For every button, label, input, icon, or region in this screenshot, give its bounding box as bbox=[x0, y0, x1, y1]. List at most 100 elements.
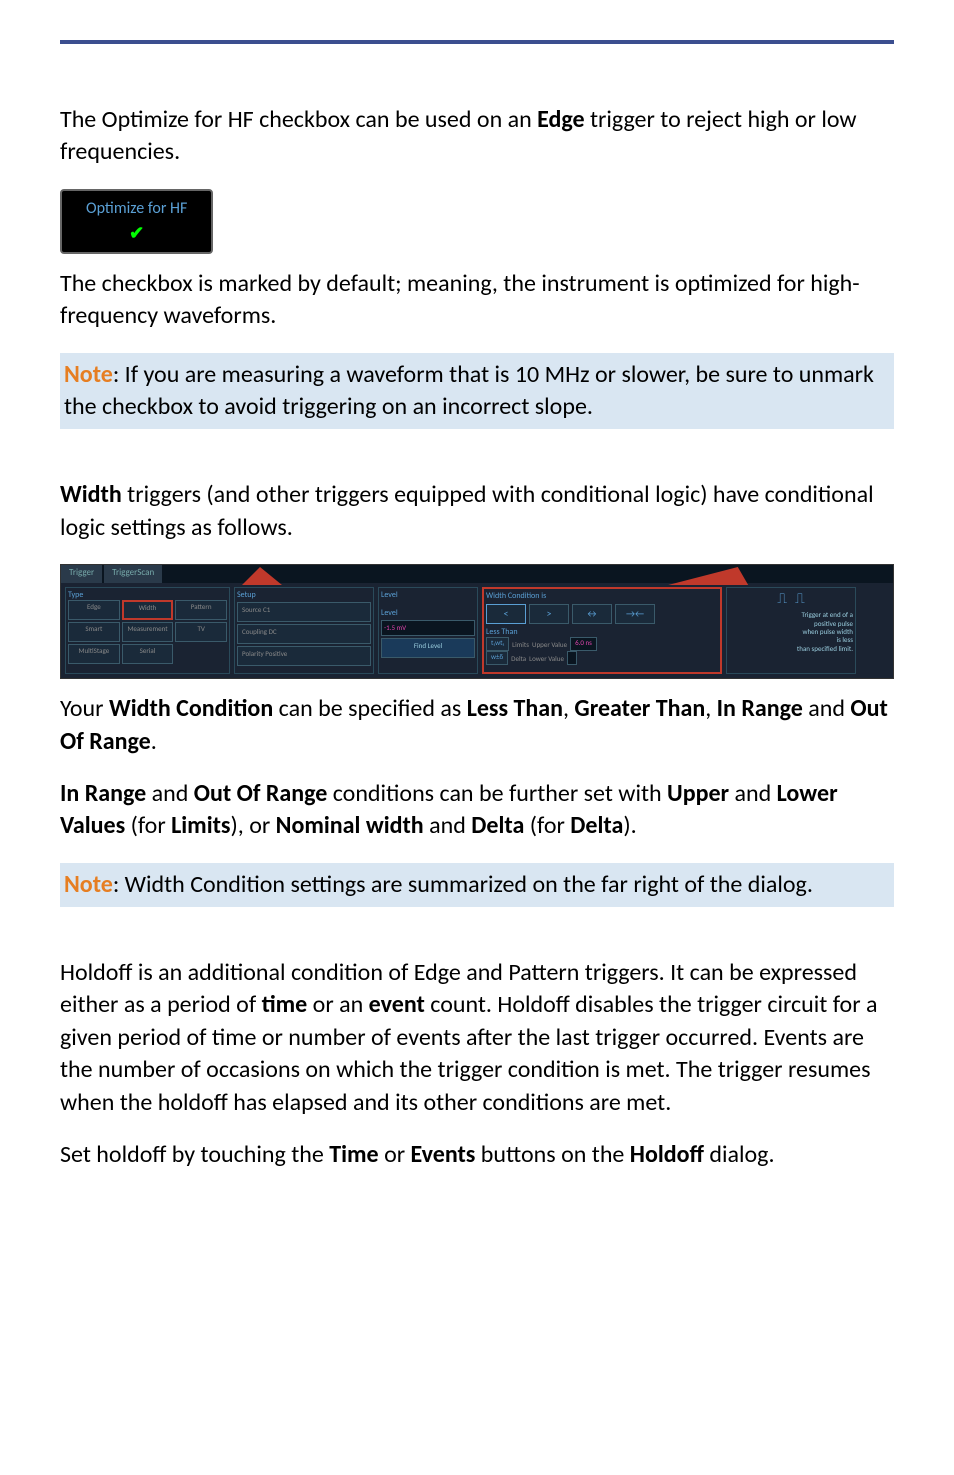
t: or an bbox=[307, 990, 368, 1019]
lower-value-input[interactable] bbox=[567, 651, 577, 665]
upper-value-input[interactable]: 6.0 ns bbox=[570, 637, 597, 651]
intro-paragraph-2: The checkbox is marked by default; meani… bbox=[60, 268, 894, 333]
type-label: Type bbox=[68, 590, 227, 600]
b: Delta bbox=[471, 811, 524, 840]
t: and bbox=[424, 811, 472, 840]
top-border bbox=[60, 40, 894, 44]
t: ). bbox=[623, 811, 636, 840]
find-level-button[interactable]: Find Level bbox=[381, 638, 475, 658]
type-smart[interactable]: Smart bbox=[68, 622, 120, 642]
src-lbl: Source bbox=[242, 605, 261, 614]
greater-than-button[interactable]: > bbox=[529, 604, 569, 624]
b: Limits bbox=[171, 811, 230, 840]
checkmark-icon: ✔ bbox=[86, 222, 187, 244]
t: or bbox=[379, 1140, 411, 1169]
src-val: C1 bbox=[263, 605, 270, 614]
panel-content: Type Edge Width Pattern Smart Measuremen… bbox=[61, 583, 893, 678]
type-section: Type Edge Width Pattern Smart Measuremen… bbox=[65, 587, 230, 674]
b: Width Condition bbox=[109, 694, 273, 723]
summary-pulse-icons: ⎍ ⎍ bbox=[729, 590, 853, 607]
setup-section: Setup Source C1 Coupling DC Polarity Pos… bbox=[234, 587, 374, 674]
tab-trigger[interactable]: Trigger bbox=[61, 565, 102, 583]
b: Delta bbox=[570, 811, 623, 840]
b: Events bbox=[411, 1140, 476, 1169]
delta-row: w±δ Delta Lower Value bbox=[486, 651, 718, 665]
polarity-button[interactable]: Polarity Positive bbox=[237, 646, 371, 666]
edge-bold: Edge bbox=[537, 105, 584, 134]
less-than-button[interactable]: < bbox=[486, 604, 526, 624]
intro-paragraph-1: The Optimize for HF checkbox can be used… bbox=[60, 104, 894, 169]
holdoff-set-para: Set holdoff by touching the Time or Even… bbox=[60, 1139, 894, 1171]
coupling-button[interactable]: Coupling DC bbox=[237, 624, 371, 644]
lvl-sublabel: Level bbox=[381, 608, 475, 618]
in-range-button[interactable]: ↔ bbox=[572, 604, 612, 624]
pol-lbl: Polarity bbox=[242, 649, 264, 658]
upper-label: Upper Value bbox=[532, 640, 567, 649]
trigger-setup-panel: Trigger TriggerScan Type Edge Width Patt… bbox=[60, 564, 894, 679]
limits-label: Limits bbox=[512, 640, 529, 649]
summary-text: Trigger at end of a positive pulse when … bbox=[729, 611, 853, 653]
note-text: : If you are measuring a waveform that i… bbox=[64, 360, 874, 421]
t: and bbox=[803, 694, 851, 723]
b: Time bbox=[329, 1140, 378, 1169]
type-width[interactable]: Width bbox=[122, 600, 174, 620]
type-edge[interactable]: Edge bbox=[68, 600, 120, 620]
b: Out Of Range bbox=[194, 779, 328, 808]
cpl-lbl: Coupling bbox=[242, 627, 267, 636]
pulse-icon: ⎍ bbox=[795, 590, 805, 607]
t: and bbox=[146, 779, 194, 808]
trigger-tabs: Trigger TriggerScan bbox=[61, 565, 893, 583]
pol-val: Positive bbox=[265, 649, 287, 658]
pulse-icon: ⎍ bbox=[777, 590, 787, 607]
optimize-hf-checkbox[interactable]: Optimize for HF ✔ bbox=[60, 189, 213, 254]
t: (for bbox=[125, 811, 171, 840]
t: (for bbox=[524, 811, 570, 840]
type-tv[interactable]: TV bbox=[175, 622, 227, 642]
b: time bbox=[262, 990, 308, 1019]
callout-arrow-icon bbox=[658, 567, 748, 585]
t: . bbox=[151, 727, 157, 756]
cpl-val: DC bbox=[269, 627, 277, 636]
type-pattern[interactable]: Pattern bbox=[175, 600, 227, 620]
text: triggers (and other triggers equipped wi… bbox=[60, 480, 874, 541]
tw-icon[interactable]: t₁wt₁ bbox=[486, 637, 509, 651]
text: The Optimize for HF checkbox can be used… bbox=[60, 105, 537, 134]
condition-buttons: < > ↔ →← bbox=[486, 604, 718, 624]
tab-triggerscan[interactable]: TriggerScan bbox=[104, 565, 162, 583]
t: , bbox=[563, 694, 574, 723]
t: and bbox=[729, 779, 777, 808]
level-section: Level Level -1.5 mV Find Level bbox=[378, 587, 478, 674]
note-label: Note bbox=[64, 360, 113, 389]
source-button[interactable]: Source C1 bbox=[237, 602, 371, 622]
t: can be specified as bbox=[273, 694, 466, 723]
type-grid: Edge Width Pattern Smart Measurement TV … bbox=[68, 600, 227, 664]
t: buttons on the bbox=[475, 1140, 629, 1169]
note-label: Note bbox=[64, 870, 113, 899]
b: Less Than bbox=[467, 694, 563, 723]
note-text: : Width Condition settings are summarize… bbox=[113, 870, 813, 899]
wd-icon[interactable]: w±δ bbox=[486, 651, 508, 665]
type-measurement[interactable]: Measurement bbox=[122, 622, 174, 642]
note-box-2: Note: Width Condition settings are summa… bbox=[60, 863, 894, 907]
lower-label: Lower Value bbox=[529, 654, 564, 663]
b: Nominal width bbox=[276, 811, 424, 840]
t: conditions can be further set with bbox=[327, 779, 667, 808]
optimize-hf-label: Optimize for HF bbox=[86, 199, 187, 218]
width-condition-para: Your Width Condition can be specified as… bbox=[60, 693, 894, 758]
width-intro: Width triggers (and other triggers equip… bbox=[60, 479, 894, 544]
type-serial[interactable]: Serial bbox=[122, 644, 174, 664]
b: Holdoff bbox=[630, 1140, 704, 1169]
t: Set holdoff by touching the bbox=[60, 1140, 329, 1169]
t: ), or bbox=[231, 811, 276, 840]
width-condition-section: Width Condition is < > ↔ →← Less Than t₁… bbox=[482, 587, 722, 674]
type-multistage[interactable]: MultiStage bbox=[68, 644, 120, 664]
out-of-range-button[interactable]: →← bbox=[615, 604, 655, 624]
b: In Range bbox=[60, 779, 146, 808]
b: Greater Than bbox=[574, 694, 705, 723]
level-input[interactable]: -1.5 mV bbox=[381, 620, 475, 636]
condition-label: Width Condition is bbox=[486, 591, 718, 601]
range-para: In Range and Out Of Range conditions can… bbox=[60, 778, 894, 843]
summary-section: ⎍ ⎍ Trigger at end of a positive pulse w… bbox=[726, 587, 856, 674]
t: , bbox=[705, 694, 716, 723]
holdoff-para: Holdoff is an additional condition of Ed… bbox=[60, 957, 894, 1119]
